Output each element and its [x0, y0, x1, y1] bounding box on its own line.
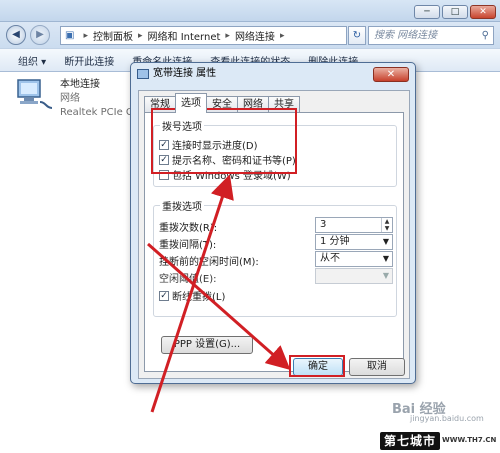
site-logo: 第七城市	[380, 432, 441, 450]
arrow-to-dialing-options	[150, 174, 234, 413]
arrow-to-ok-button	[147, 242, 291, 370]
tab-options[interactable]: 选项	[175, 93, 207, 113]
baidu-url-watermark: jingyan.baidu.com	[410, 414, 484, 423]
site-url: WWW.TH7.CN	[442, 436, 497, 444]
annotation-arrows	[147, 174, 291, 413]
